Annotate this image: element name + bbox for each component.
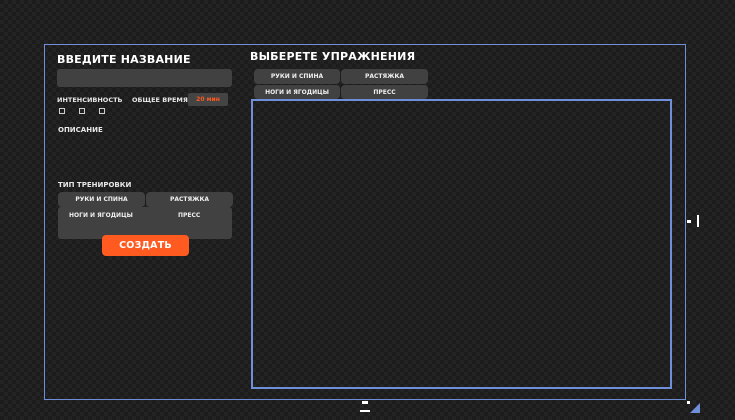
intensity-label: ИНТЕНСИВНОСТЬ <box>57 96 123 104</box>
exercise-category-stretching[interactable]: РАСТЯЖКА <box>341 69 428 84</box>
workout-type-arms-back[interactable]: РУКИ И СПИНА <box>58 192 145 207</box>
intensity-checkbox-1[interactable] <box>59 108 65 114</box>
name-title: ВВЕДИТЕ НАЗВАНИЕ <box>57 53 191 66</box>
exercise-category-arms-back[interactable]: РУКИ И СПИНА <box>254 69 340 84</box>
total-time-value[interactable]: 20 мин <box>188 93 228 106</box>
exercise-list[interactable] <box>251 99 672 389</box>
workout-type-stretching[interactable]: РАСТЯЖКА <box>146 192 233 207</box>
resize-handle-right-dot[interactable] <box>687 220 691 223</box>
resize-handle-bottom-dot[interactable] <box>362 401 368 404</box>
total-time-label: ОБЩЕЕ ВРЕМЯ <box>132 96 188 104</box>
create-button[interactable]: СОЗДАТЬ <box>102 235 189 256</box>
resize-handle-right[interactable] <box>697 215 699 227</box>
workout-type-abs[interactable]: ПРЕСС <box>178 212 200 219</box>
description-label: ОПИСАНИЕ <box>58 126 103 134</box>
intensity-checkbox-2[interactable] <box>79 108 85 114</box>
name-input[interactable] <box>57 69 232 87</box>
intensity-checkbox-3[interactable] <box>99 108 105 114</box>
workout-type-legs-glutes[interactable]: НОГИ И ЯГОДИЦЫ <box>69 212 133 219</box>
resize-corner-icon[interactable] <box>690 403 700 413</box>
workout-type-label: ТИП ТРЕНИРОВКИ <box>58 181 132 189</box>
exercises-title: ВЫБЕРЕТЕ УПРАЖНЕНИЯ <box>250 50 416 63</box>
exercise-category-abs[interactable]: ПРЕСС <box>341 85 428 99</box>
resize-handle-bottom[interactable] <box>360 410 370 412</box>
exercise-category-legs-glutes[interactable]: НОГИ И ЯГОДИЦЫ <box>254 85 340 99</box>
